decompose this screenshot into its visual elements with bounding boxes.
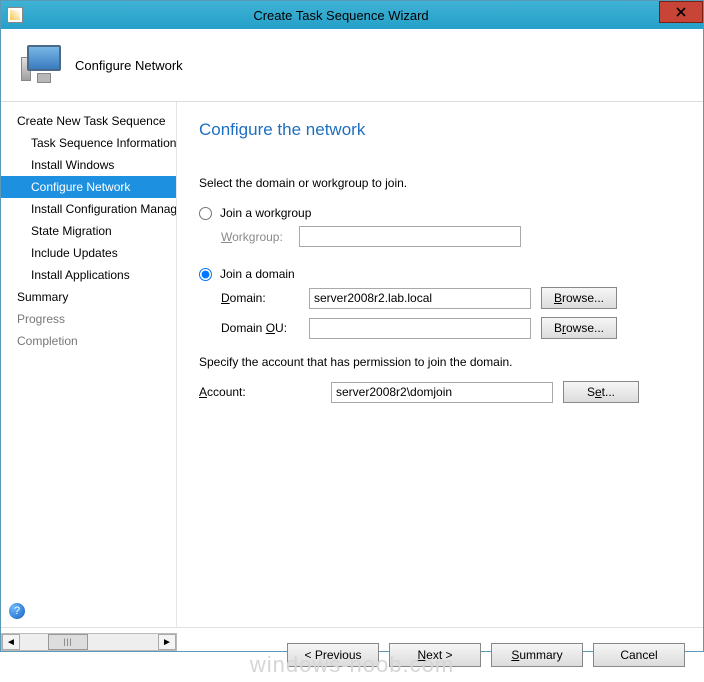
sidebar-step[interactable]: Completion [1, 330, 176, 352]
workgroup-field-label: Workgroup: [199, 230, 299, 244]
sidebar-step[interactable]: Install Configuration Manager [1, 198, 176, 220]
sidebar-step[interactable]: State Migration [1, 220, 176, 242]
app-icon [7, 7, 23, 23]
scroll-left-arrow-icon[interactable]: ◄ [2, 634, 20, 650]
scroll-track[interactable] [20, 634, 158, 650]
join-domain-radio[interactable] [199, 268, 212, 281]
page-heading: Configure the network [199, 120, 681, 140]
permission-note: Specify the account that has permission … [199, 355, 681, 369]
scroll-right-arrow-icon[interactable]: ► [158, 634, 176, 650]
sidebar-step[interactable]: Progress [1, 308, 176, 330]
summary-button[interactable]: Summary [491, 643, 583, 667]
wizard-content: Configure the network Select the domain … [177, 102, 703, 627]
sidebar-step[interactable]: Configure Network [1, 176, 176, 198]
sidebar-hscrollbar[interactable]: ◄ ► [1, 633, 177, 651]
wizard-header: Configure Network [1, 29, 703, 102]
sidebar-step[interactable]: Install Windows [1, 154, 176, 176]
sidebar-step[interactable]: Summary [1, 286, 176, 308]
domain-ou-browse-button[interactable]: Browse... [541, 317, 617, 339]
window-title: Create Task Sequence Wizard [23, 8, 703, 23]
scroll-thumb[interactable] [48, 634, 88, 650]
join-workgroup-label: Join a workgroup [220, 206, 311, 220]
wizard-step-title: Configure Network [75, 58, 183, 73]
previous-button[interactable]: < Previous [287, 643, 379, 667]
account-input [331, 382, 553, 403]
computer-icon [21, 43, 65, 87]
intro-text: Select the domain or workgroup to join. [199, 176, 681, 190]
next-button[interactable]: Next > [389, 643, 481, 667]
close-button[interactable] [659, 1, 703, 23]
close-icon [676, 7, 686, 17]
domain-ou-field-label: Domain OU: [199, 321, 299, 335]
account-field-label: Account: [199, 385, 321, 399]
domain-ou-input[interactable] [309, 318, 531, 339]
titlebar: Create Task Sequence Wizard [1, 1, 703, 29]
cancel-button[interactable]: Cancel [593, 643, 685, 667]
sidebar-step[interactable]: Install Applications [1, 264, 176, 286]
sidebar-step[interactable]: Create New Task Sequence [1, 110, 176, 132]
sidebar-step[interactable]: Task Sequence Information [1, 132, 176, 154]
account-set-button[interactable]: Set... [563, 381, 639, 403]
help-icon[interactable]: ? [9, 603, 25, 619]
join-domain-label: Join a domain [220, 267, 295, 281]
wizard-steps-sidebar: Create New Task SequenceTask Sequence In… [1, 102, 177, 627]
domain-input[interactable] [309, 288, 531, 309]
domain-field-label: Domain: [199, 291, 299, 305]
workgroup-input [299, 226, 521, 247]
main-area: Create New Task SequenceTask Sequence In… [1, 102, 703, 628]
join-workgroup-radio[interactable] [199, 207, 212, 220]
domain-browse-button[interactable]: Browse... [541, 287, 617, 309]
sidebar-step[interactable]: Include Updates [1, 242, 176, 264]
